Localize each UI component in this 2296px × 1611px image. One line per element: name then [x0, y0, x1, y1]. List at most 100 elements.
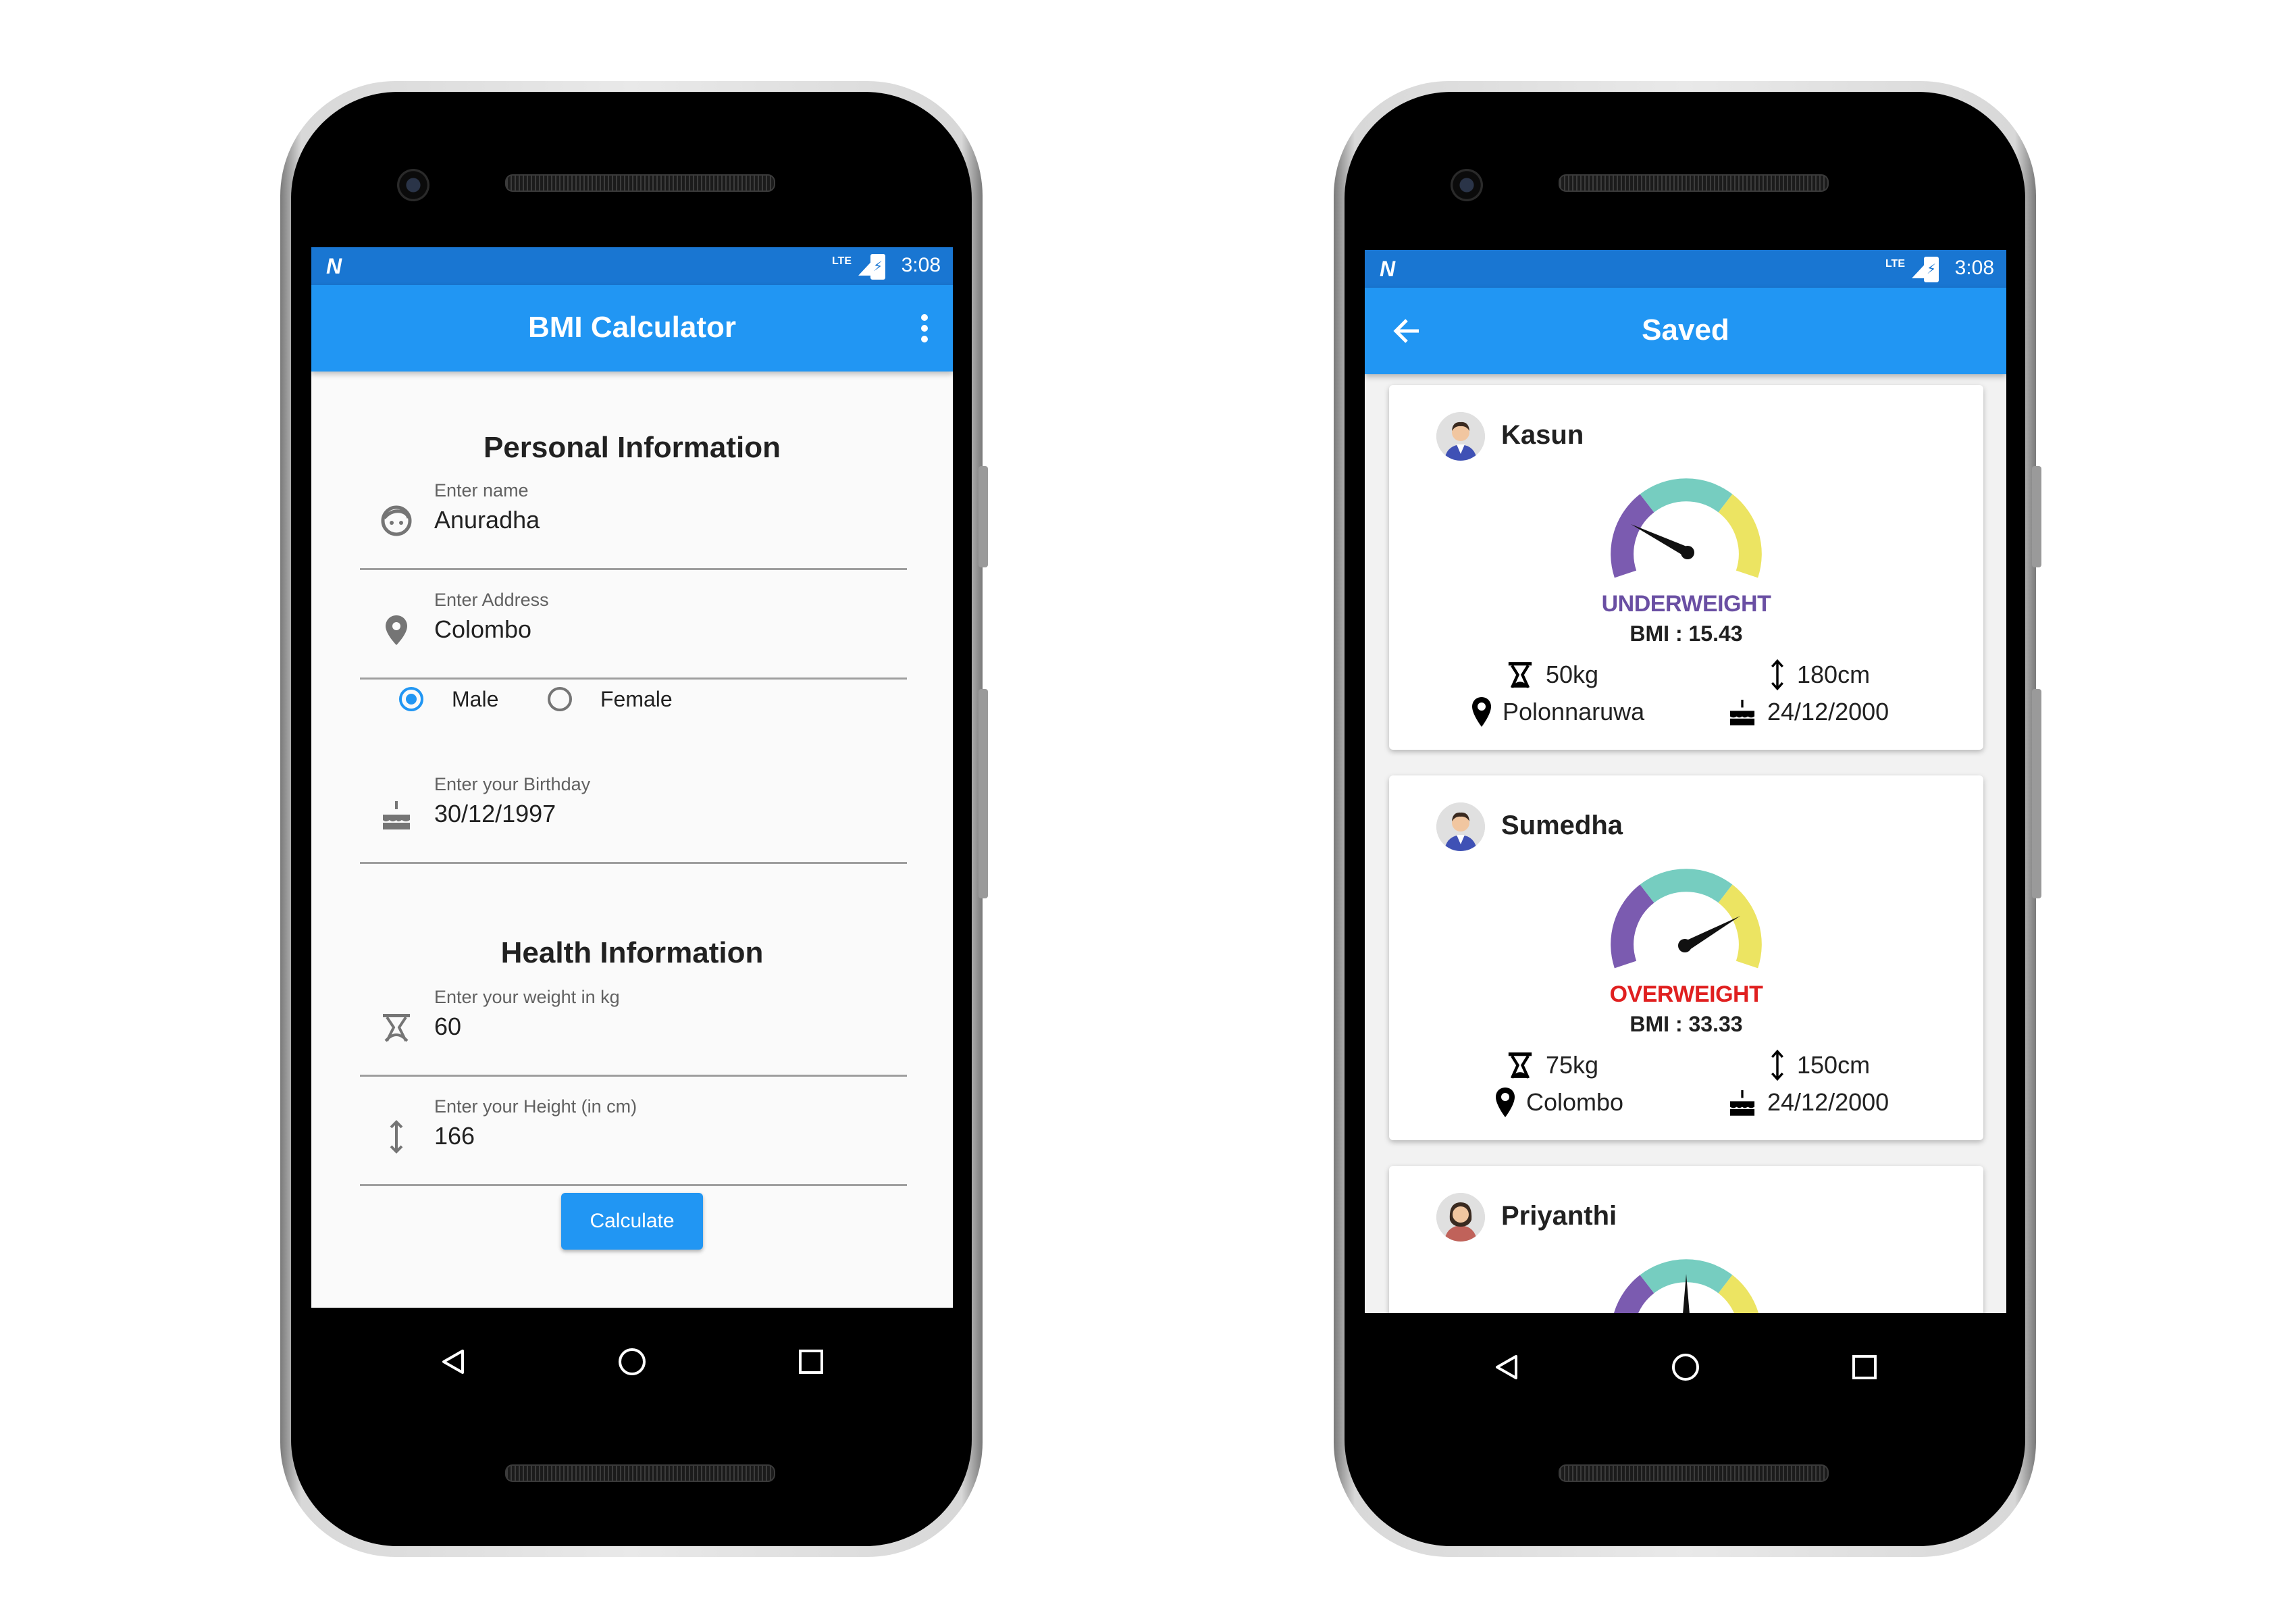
notification-n-icon: N: [1380, 257, 1396, 281]
male-avatar-icon: [1436, 802, 1485, 851]
height-icon: [1771, 1049, 1783, 1081]
height-value: 150cm: [1797, 1051, 1871, 1079]
address-stat: Colombo: [1494, 1086, 1623, 1119]
cake-icon: [1729, 1090, 1755, 1116]
notification-n-icon: N: [326, 254, 342, 278]
gender-female-label: Female: [600, 686, 673, 711]
bottom-speaker: [505, 1464, 775, 1482]
address-field[interactable]: Enter Address Colombo: [360, 576, 907, 680]
gender-radio-male[interactable]: Male: [399, 672, 498, 726]
battery-icon: ⚡: [870, 254, 885, 280]
volume-button: [979, 689, 988, 898]
lte-label: LTE: [1885, 258, 1905, 270]
birthday-field[interactable]: Enter your Birthday 30/12/1997: [360, 761, 907, 864]
record-name: Priyanthi: [1501, 1201, 1617, 1231]
power-button: [979, 466, 988, 567]
height-icon: [1771, 659, 1783, 691]
address-value: Polonnaruwa: [1503, 698, 1645, 725]
calculate-button[interactable]: Calculate: [561, 1193, 703, 1250]
battery-icon: ⚡: [1924, 257, 1939, 282]
more-vert-icon[interactable]: [916, 312, 933, 344]
address-stat: Polonnaruwa: [1470, 696, 1644, 728]
status-time: 3:08: [1954, 257, 1994, 279]
birthday-value: 24/12/2000: [1767, 1088, 1889, 1116]
power-button: [2032, 466, 2041, 567]
weight-field[interactable]: Enter your weight in kg 60: [360, 973, 907, 1077]
bmi-gauge-icon: [1611, 478, 1762, 578]
address-input[interactable]: Colombo: [434, 615, 531, 644]
status-time: 3:08: [901, 254, 941, 276]
height-value: 180cm: [1797, 661, 1871, 688]
nav-home-icon[interactable]: [1659, 1340, 1713, 1394]
nav-recents-icon[interactable]: [1837, 1340, 1891, 1394]
bmi-value: BMI : 33.33: [1629, 1012, 1743, 1036]
nav-bar: [1365, 1313, 2006, 1394]
bmi-status-underweight: UNDERWEIGHT: [1601, 591, 1771, 617]
bottom-speaker: [1559, 1464, 1829, 1482]
birthday-label: Enter your Birthday: [434, 774, 591, 794]
right-screen: N LTE ⚡ 3:08 Saved Kasun UNDERWEIGHT BMI…: [1365, 250, 2006, 1394]
record-name: Sumedha: [1501, 811, 1623, 840]
phone-bezel: N LTE ⚡ 3:08 BMI Calculator Personal Inf…: [291, 92, 972, 1546]
height-label: Enter your Height (in cm): [434, 1096, 637, 1117]
gender-radio-female[interactable]: Female: [548, 672, 673, 726]
scale-icon: [383, 1014, 410, 1042]
name-input[interactable]: Anuradha: [434, 506, 540, 534]
cake-icon: [383, 801, 410, 829]
weight-value: 75kg: [1546, 1051, 1599, 1079]
bmi-value: BMI : 15.43: [1629, 621, 1743, 646]
nav-bar: [311, 1308, 953, 1389]
phone-bezel: N LTE ⚡ 3:08 Saved Kasun UNDERWEIGHT BMI…: [1345, 92, 2025, 1546]
location-pin-icon: [1496, 1088, 1515, 1117]
nav-home-icon[interactable]: [605, 1335, 659, 1389]
height-stat: 180cm: [1767, 659, 1870, 691]
app-title: BMI Calculator: [527, 311, 737, 344]
weight-label: Enter your weight in kg: [434, 987, 620, 1007]
height-input[interactable]: 166: [434, 1122, 475, 1150]
app-bar: Saved: [1365, 288, 2006, 374]
name-field[interactable]: Enter name Anuradha: [360, 467, 907, 570]
scale-icon: [1508, 1052, 1532, 1079]
app-bar: BMI Calculator: [311, 285, 953, 372]
gender-male-label: Male: [452, 686, 499, 711]
record-name: Kasun: [1501, 420, 1584, 450]
weight-stat: 50kg: [1504, 659, 1598, 691]
weight-value: 50kg: [1546, 661, 1599, 688]
face-icon: [381, 505, 412, 536]
birthday-value: 24/12/2000: [1767, 698, 1889, 725]
location-pin-icon: [1472, 697, 1491, 727]
left-phone-frame: N LTE ⚡ 3:08 BMI Calculator Personal Inf…: [280, 81, 988, 1557]
weight-stat: 75kg: [1504, 1049, 1598, 1081]
name-label: Enter name: [434, 480, 529, 501]
address-value: Colombo: [1526, 1088, 1624, 1116]
saved-record-card[interactable]: Kasun UNDERWEIGHT BMI : 15.43 50kg 180cm: [1389, 385, 1983, 750]
personal-info-title: Personal Information: [483, 431, 781, 464]
right-phone-frame: N LTE ⚡ 3:08 Saved Kasun UNDERWEIGHT BMI…: [1334, 81, 2041, 1557]
bmi-status-overweight: OVERWEIGHT: [1609, 981, 1763, 1007]
nav-back-icon[interactable]: [1480, 1340, 1534, 1394]
saved-record-card[interactable]: Sumedha OVERWEIGHT BMI : 33.33 75kg 150c…: [1389, 775, 1983, 1140]
radio-female[interactable]: [548, 687, 572, 711]
left-screen: N LTE ⚡ 3:08 BMI Calculator Personal Inf…: [311, 247, 953, 1389]
birthday-stat: 24/12/2000: [1727, 1086, 1889, 1119]
nav-back-icon[interactable]: [426, 1335, 480, 1389]
volume-button: [2032, 689, 2041, 898]
weight-input[interactable]: 60: [434, 1013, 461, 1041]
health-info-title: Health Information: [500, 936, 764, 969]
birthday-input[interactable]: 30/12/1997: [434, 800, 556, 828]
cake-icon: [1729, 699, 1755, 725]
bmi-gauge-icon: [1611, 869, 1762, 969]
height-stat: 150cm: [1767, 1049, 1870, 1081]
height-icon: [390, 1120, 403, 1154]
app-title: Saved: [1642, 313, 1729, 347]
location-pin-icon: [386, 615, 407, 645]
lte-label: LTE: [831, 255, 852, 267]
male-avatar-icon: [1436, 412, 1485, 461]
status-bar: N LTE ⚡ 3:08: [311, 247, 953, 285]
radio-male-selected[interactable]: [399, 687, 423, 711]
nav-recents-icon[interactable]: [784, 1335, 838, 1389]
height-field[interactable]: Enter your Height (in cm) 166: [360, 1083, 907, 1186]
female-avatar-icon: [1436, 1193, 1485, 1242]
top-speaker: [1559, 174, 1829, 192]
scale-icon: [1508, 662, 1532, 688]
